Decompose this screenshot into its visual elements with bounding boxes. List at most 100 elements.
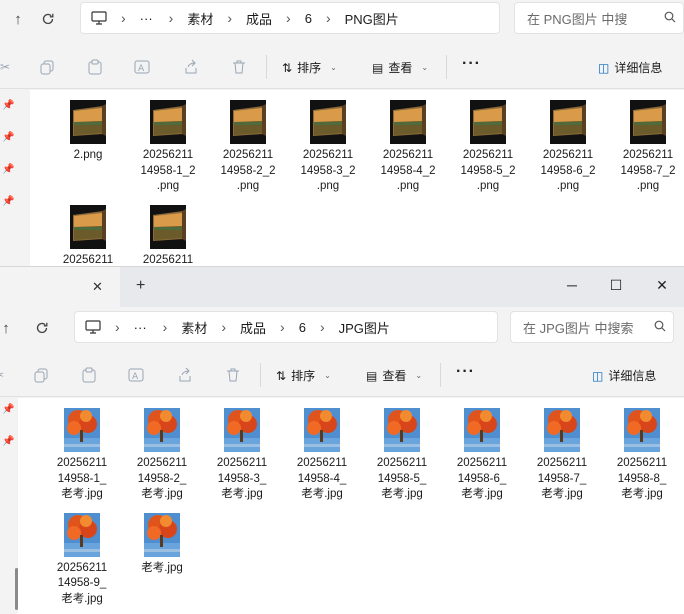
ellipsis-icon[interactable]: ··· [134, 320, 147, 335]
file-item[interactable]: 20256211 14958-3_2 .png [288, 96, 368, 195]
breadcrumb-item[interactable]: 素材 [187, 9, 213, 28]
jpg-thumbnail-icon [384, 408, 420, 452]
file-item[interactable]: 20256211 14958-2_ 老考.jpg [122, 404, 202, 503]
share-icon[interactable] [180, 56, 202, 78]
cut-icon[interactable]: ✂ [0, 56, 16, 78]
maximize-button[interactable]: ☐ [604, 273, 628, 297]
breadcrumb-item[interactable]: 素材 [181, 318, 207, 337]
file-item[interactable]: 20256211 14958-7_ 老考.jpg [522, 404, 602, 503]
file-item[interactable]: 2.png [48, 96, 128, 195]
details-pane-icon: ◫ [592, 368, 604, 383]
chevron-right-icon[interactable]: › [227, 10, 232, 26]
file-item[interactable]: 20256211 14958-7_2 .png [608, 96, 684, 195]
address-bar[interactable]: › ··· › 素材 › 成品 › 6 › PNG图片 [80, 2, 500, 34]
file-item[interactable]: 20256211 [48, 201, 128, 267]
file-name: 20256211 14958-8_ 老考.jpg [616, 457, 668, 500]
chevron-down-icon: ⌄ [421, 63, 429, 72]
file-item[interactable]: 20256211 14958-4_ 老考.jpg [282, 404, 362, 503]
toolbar-divider [266, 55, 267, 79]
file-name: 20256211 [62, 253, 114, 266]
breadcrumb-item[interactable]: PNG图片 [345, 9, 399, 28]
tab-active[interactable]: ✕ [0, 267, 120, 307]
details-pane-button[interactable]: ◫ 详细信息 [592, 367, 656, 384]
close-window-button[interactable]: ✕ [650, 273, 674, 297]
address-row: ↑ › ··· › 素材 › 成品 › 6 › PNG图片 在 PNG图片 中搜 [0, 0, 684, 38]
file-item[interactable]: 20256211 14958-6_2 .png [528, 96, 608, 195]
view-button[interactable]: ▤ 查看 ⌄ [372, 59, 428, 76]
rename-icon[interactable]: A [126, 364, 148, 386]
search-input[interactable]: 在 PNG图片 中搜 [514, 2, 684, 34]
up-arrow-icon[interactable]: ↑ [8, 9, 28, 29]
file-name: 20256211 [142, 253, 194, 266]
details-pane-button[interactable]: ◫ 详细信息 [598, 59, 662, 76]
file-item[interactable]: 20256211 14958-3_ 老考.jpg [202, 404, 282, 503]
computer-icon[interactable] [91, 11, 107, 25]
search-input[interactable]: 在 JPG图片 中搜索 [510, 311, 674, 343]
png-thumbnail-icon [230, 100, 266, 144]
file-name: 20256211 14958-9_ 老考.jpg [56, 561, 108, 605]
file-item[interactable]: 20256211 14958-5_2 .png [448, 96, 528, 195]
pin-icon[interactable]: 📌 [2, 132, 14, 143]
view-button[interactable]: ▤ 查看 ⌄ [366, 367, 422, 384]
refresh-icon[interactable] [32, 318, 52, 338]
file-item[interactable]: 20256211 14958-5_ 老考.jpg [362, 404, 442, 503]
breadcrumb-item[interactable]: 6 [299, 320, 306, 335]
close-tab-icon[interactable]: ✕ [92, 279, 103, 295]
copy-icon[interactable] [36, 56, 58, 78]
file-item[interactable]: 20256211 14958-8_ 老考.jpg [602, 404, 682, 503]
delete-icon[interactable] [222, 364, 244, 386]
chevron-right-icon[interactable]: › [221, 319, 226, 335]
address-bar[interactable]: › ··· › 素材 › 成品 › 6 › JPG图片 [74, 311, 498, 343]
minimize-button[interactable]: ─ [560, 273, 584, 297]
file-item[interactable]: 20256211 14958-2_2 .png [208, 96, 288, 195]
search-icon[interactable] [647, 320, 673, 335]
paste-icon[interactable] [78, 364, 100, 386]
copy-icon[interactable] [30, 364, 52, 386]
search-icon[interactable] [657, 11, 683, 26]
file-item[interactable]: 20256211 14958-1_2 .png [128, 96, 208, 195]
file-item[interactable]: 20256211 14958-6_ 老考.jpg [442, 404, 522, 503]
more-options-button[interactable]: ··· [456, 363, 475, 381]
breadcrumb-item[interactable]: 成品 [246, 9, 272, 28]
new-tab-button[interactable]: + [136, 277, 145, 295]
cut-icon[interactable]: ✂ [0, 364, 10, 386]
rename-icon[interactable]: A [132, 56, 154, 78]
pin-icon[interactable]: 📌 [2, 436, 14, 447]
chevron-down-icon: ⌄ [330, 63, 337, 72]
delete-icon[interactable] [228, 56, 250, 78]
pin-icon[interactable]: 📌 [2, 164, 14, 175]
pin-icon[interactable]: 📌 [2, 404, 14, 415]
pin-icon[interactable]: 📌 [2, 100, 14, 111]
file-item[interactable]: 20256211 14958-1_ 老考.jpg [42, 404, 122, 503]
breadcrumb-item[interactable]: JPG图片 [339, 318, 390, 337]
up-arrow-icon[interactable]: ↑ [0, 318, 16, 338]
file-name: 20256211 14958-7_ 老考.jpg [536, 457, 588, 500]
chevron-right-icon[interactable]: › [326, 10, 331, 26]
file-item[interactable]: 20256211 14958-9_ 老考.jpg [42, 509, 122, 608]
breadcrumb-item[interactable]: 成品 [240, 318, 266, 337]
sort-button[interactable]: ⇅ 排序 ⌄ [282, 59, 337, 76]
chevron-right-icon[interactable]: › [121, 10, 126, 26]
file-item[interactable]: 20256211 14958-4_2 .png [368, 96, 448, 195]
chevron-right-icon[interactable]: › [320, 319, 325, 335]
file-item[interactable]: 老考.jpg [122, 509, 202, 608]
computer-icon[interactable] [85, 320, 101, 334]
view-label: 查看 [388, 61, 413, 75]
file-name: 20256211 14958-4_ 老考.jpg [296, 457, 348, 500]
breadcrumb-item[interactable]: 6 [305, 11, 312, 26]
paste-icon[interactable] [84, 56, 106, 78]
navigation-pane: 📌 📌 📌 📌 [0, 90, 30, 266]
file-item[interactable]: 20256211 [128, 201, 208, 267]
sort-icon: ⇅ [276, 368, 287, 383]
ellipsis-icon[interactable]: ··· [140, 11, 153, 26]
sort-button[interactable]: ⇅ 排序 ⌄ [276, 367, 331, 384]
more-options-button[interactable]: ··· [462, 55, 481, 73]
sort-label: 排序 [291, 369, 316, 383]
share-icon[interactable] [174, 364, 196, 386]
pin-icon[interactable]: 📌 [2, 196, 14, 207]
chevron-right-icon[interactable]: › [115, 319, 120, 335]
chevron-right-icon[interactable]: › [286, 10, 291, 26]
chevron-right-icon[interactable]: › [280, 319, 285, 335]
command-bar: ✂ A ⇅ 排序 ⌄ ▤ 查看 ⌄ ··· ◫ 详细信息 [0, 353, 684, 397]
refresh-icon[interactable] [38, 9, 58, 29]
